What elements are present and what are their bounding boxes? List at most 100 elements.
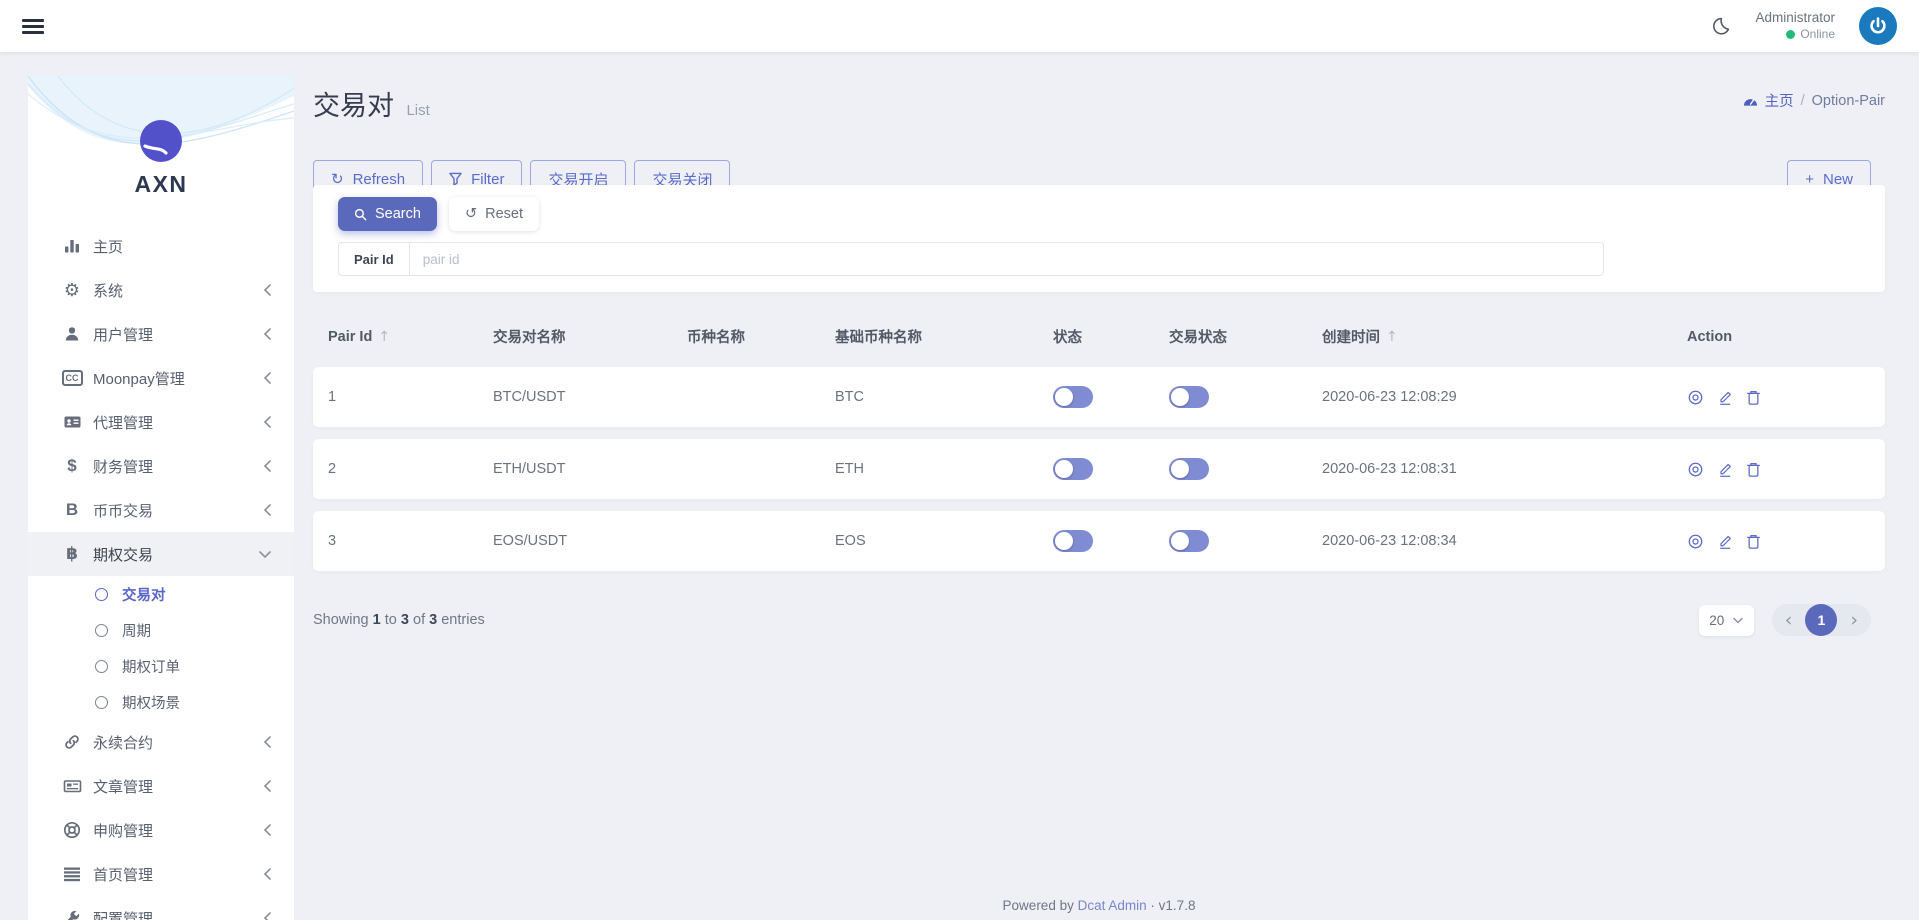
sidebar-item-finance[interactable]: $ 财务管理 <box>28 444 294 488</box>
sidebar-item-label: 主页 <box>93 236 272 257</box>
edit-button[interactable] <box>1717 389 1733 406</box>
trade-status-toggle[interactable] <box>1169 458 1209 480</box>
view-button[interactable] <box>1687 389 1704 406</box>
sidebar-item-label: 首页管理 <box>93 864 263 885</box>
gear-icon: ⚙ <box>60 280 84 301</box>
col-base-currency-name: 基础币种名称 <box>835 326 922 347</box>
sidebar-item-homepage[interactable]: 首页管理 <box>28 852 294 896</box>
entries-summary: Showing 1 to 3 of 3 entries <box>313 612 485 628</box>
cell-created-at: 2020-06-23 12:08:29 <box>1322 389 1687 405</box>
reset-icon: ↺ <box>465 206 477 222</box>
chevron-left-icon <box>263 415 272 429</box>
sidebar-item-config[interactable]: 配置管理 <box>28 896 294 920</box>
sidebar-item-perpetual[interactable]: 永续合约 <box>28 720 294 764</box>
edit-button[interactable] <box>1717 533 1733 550</box>
cell-created-at: 2020-06-23 12:08:34 <box>1322 533 1687 549</box>
circle-icon <box>95 588 108 601</box>
hamburger-menu-icon[interactable] <box>22 16 44 37</box>
sidebar-item-label: 文章管理 <box>93 776 263 797</box>
cc-icon: CC <box>60 370 84 386</box>
pair-id-field: Pair Id <box>338 242 1604 276</box>
brand-name[interactable]: AXN <box>28 171 294 198</box>
sidebar-item-articles[interactable]: 文章管理 <box>28 764 294 808</box>
sidebar-item-subscription[interactable]: 申购管理 <box>28 808 294 852</box>
status-toggle[interactable] <box>1053 530 1093 552</box>
delete-button[interactable] <box>1746 461 1761 478</box>
chevron-left-icon <box>263 911 272 920</box>
breadcrumb-home[interactable]: 主页 <box>1765 90 1794 111</box>
main-content: 交易对 List 主页 / Option-Pair ↻ Refresh Filt… <box>313 84 1885 920</box>
pair-id-input[interactable] <box>410 243 1603 275</box>
prev-page-button[interactable]: ‹ <box>1785 611 1793 630</box>
page-subtitle: List <box>406 102 429 119</box>
id-card-icon <box>60 413 84 431</box>
cell-created-at: 2020-06-23 12:08:31 <box>1322 461 1687 477</box>
logo-area: AXN <box>28 76 294 224</box>
trade-status-toggle[interactable] <box>1169 530 1209 552</box>
delete-button[interactable] <box>1746 389 1761 406</box>
per-page-value: 20 <box>1709 613 1724 628</box>
cell-pair-name: EOS/USDT <box>493 533 687 549</box>
sidebar-item-agents[interactable]: 代理管理 <box>28 400 294 444</box>
sidebar-subitem-option-scenes[interactable]: 期权场景 <box>28 684 294 720</box>
filter-icon <box>449 172 462 186</box>
dcat-admin-link[interactable]: Dcat Admin <box>1078 898 1147 913</box>
sidebar-item-system[interactable]: ⚙ 系统 <box>28 268 294 312</box>
next-page-button[interactable]: › <box>1850 611 1858 630</box>
sidebar-subitem-period[interactable]: 周期 <box>28 612 294 648</box>
sidebar-subitem-label: 期权场景 <box>122 692 180 713</box>
link-icon <box>60 733 84 751</box>
dark-mode-toggle[interactable] <box>1710 16 1731 37</box>
edit-button[interactable] <box>1717 461 1733 478</box>
col-trade-status: 交易状态 <box>1169 326 1227 347</box>
sidebar-item-label: 永续合约 <box>93 732 263 753</box>
delete-button[interactable] <box>1746 533 1761 550</box>
eye-icon <box>1687 461 1704 478</box>
avatar[interactable] <box>1859 7 1897 45</box>
table-footer: Showing 1 to 3 of 3 entries 20 ‹ 1 › <box>313 604 1885 636</box>
sidebar-subitem-option-pair[interactable]: 交易对 <box>28 576 294 612</box>
footer: Powered by Dcat Admin · v1.7.8 <box>313 898 1885 913</box>
view-button[interactable] <box>1687 533 1704 550</box>
col-status: 状态 <box>1053 326 1082 347</box>
per-page-select[interactable]: 20 <box>1699 605 1754 636</box>
circle-icon <box>95 696 108 709</box>
sidebar-item-users[interactable]: 用户管理 <box>28 312 294 356</box>
wrench-icon <box>60 909 84 920</box>
sidebar-item-options-trading[interactable]: ฿ 期权交易 <box>28 532 294 576</box>
sidebar-subitem-option-orders[interactable]: 期权订单 <box>28 648 294 684</box>
status-toggle[interactable] <box>1053 458 1093 480</box>
dollar-icon: $ <box>60 456 84 476</box>
search-button[interactable]: Search <box>338 197 437 231</box>
sidebar-item-label: 代理管理 <box>93 412 263 433</box>
chevron-left-icon <box>263 459 272 473</box>
cell-pair-id: 2 <box>328 461 493 477</box>
trash-icon <box>1746 389 1761 406</box>
pagination: ‹ 1 › <box>1772 604 1871 636</box>
eye-icon <box>1687 533 1704 550</box>
sort-asc-icon[interactable]: ↑ <box>378 329 390 345</box>
sidebar-item-moonpay[interactable]: CC Moonpay管理 <box>28 356 294 400</box>
sidebar-item-home[interactable]: 主页 <box>28 224 294 268</box>
user-info[interactable]: Administrator Online <box>1755 10 1835 42</box>
table-row: 1 BTC/USDT BTC 2020-06-23 12:08:29 <box>313 367 1885 427</box>
col-action: Action <box>1687 329 1732 345</box>
trade-status-toggle[interactable] <box>1169 386 1209 408</box>
view-button[interactable] <box>1687 461 1704 478</box>
sidebar-item-label: 财务管理 <box>93 456 263 477</box>
brand-logo[interactable] <box>140 120 182 162</box>
circle-icon <box>95 660 108 673</box>
status-toggle[interactable] <box>1053 386 1093 408</box>
sort-asc-icon[interactable]: ↑ <box>1386 329 1398 345</box>
top-navbar: Administrator Online <box>0 0 1919 52</box>
page-1-button[interactable]: 1 <box>1805 604 1837 636</box>
power-icon <box>1866 14 1890 38</box>
cell-pair-id: 3 <box>328 533 493 549</box>
sidebar: AXN 主页 ⚙ 系统 用户管理 CC <box>28 76 294 920</box>
circle-icon <box>95 624 108 637</box>
newspaper-icon <box>60 777 84 795</box>
reset-button[interactable]: ↺ Reset <box>449 197 539 231</box>
chevron-left-icon <box>263 327 272 341</box>
sidebar-item-spot-trading[interactable]: B 币币交易 <box>28 488 294 532</box>
cell-base-currency: ETH <box>835 461 1053 477</box>
